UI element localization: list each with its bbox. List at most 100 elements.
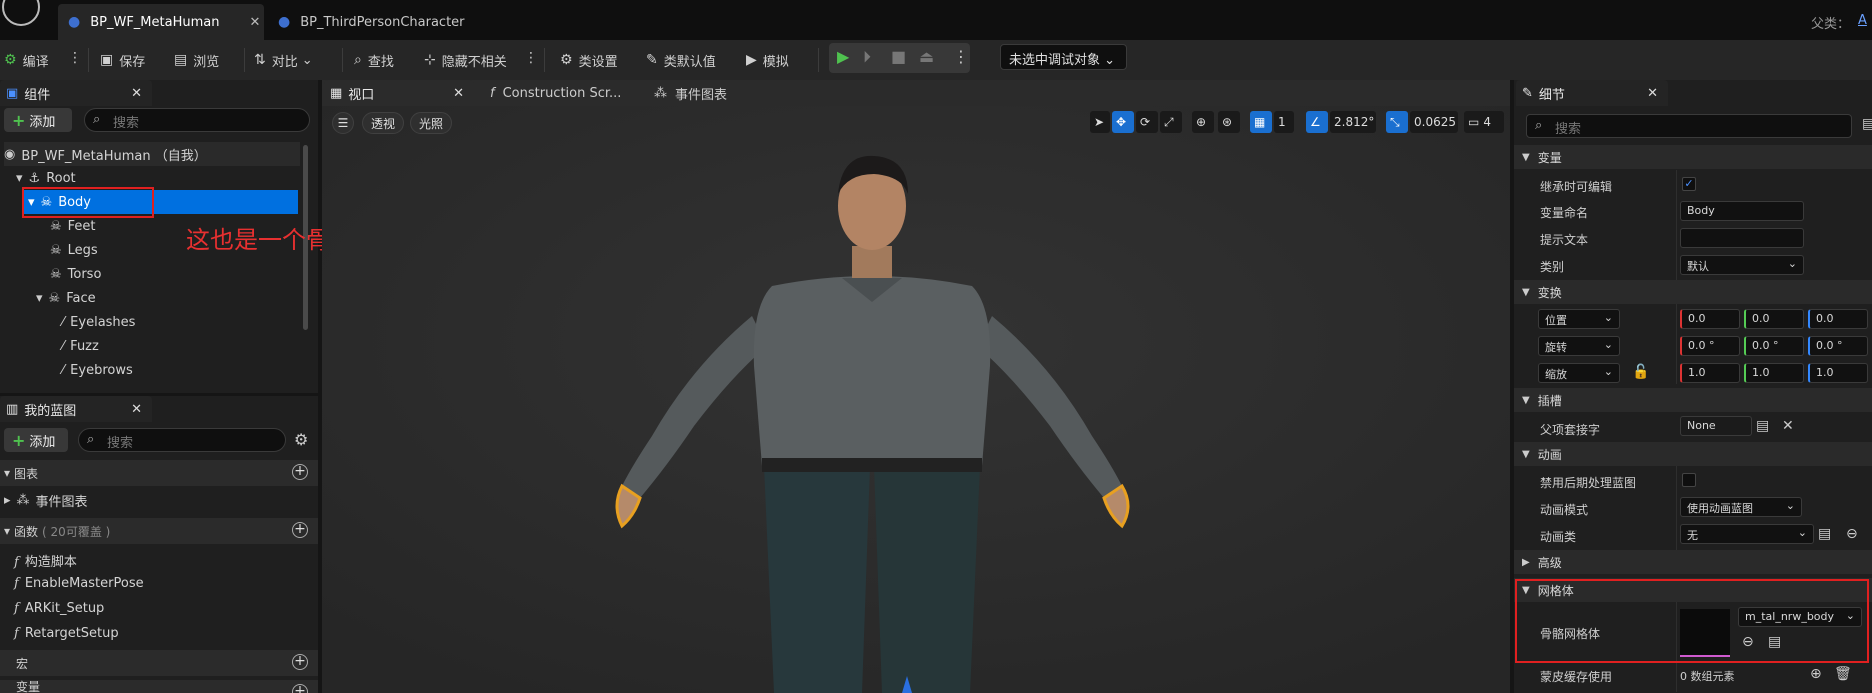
grid-value[interactable]: 1	[1274, 111, 1294, 133]
debug-object-select[interactable]: 未选中调试对象 ⌄	[1000, 44, 1127, 70]
clear-icon[interactable]: ✕	[1782, 418, 1794, 434]
camera-speed-button[interactable]: ▭ 4	[1464, 111, 1504, 133]
scale-x-input[interactable]: 1.0	[1680, 363, 1740, 383]
disable-post-process-checkbox[interactable]	[1682, 473, 1696, 487]
rotation-y-input[interactable]: 0.0 °	[1744, 336, 1804, 356]
tree-item-eyelashes[interactable]: ⁄ Eyelashes	[62, 310, 135, 334]
more-icon[interactable]: ⋮	[953, 47, 969, 66]
location-mode-dropdown[interactable]: 位置 ⌄	[1538, 309, 1620, 329]
tree-item-legs[interactable]: ☠ Legs	[50, 238, 98, 262]
animation-mode-dropdown[interactable]: 使用动画蓝图 ⌄	[1680, 497, 1802, 517]
lit-button[interactable]: 光照	[410, 112, 453, 134]
grid-snap-icon[interactable]: ▦	[1250, 111, 1272, 133]
tab-details[interactable]: ✎ 细节 ✕	[1516, 80, 1668, 106]
angle-value[interactable]: 2.812°	[1330, 111, 1376, 133]
location-z-input[interactable]: 0.0	[1808, 309, 1868, 329]
section-variables[interactable]: 变量 +	[0, 680, 318, 693]
scale-tool-icon[interactable]: ⤢	[1160, 111, 1182, 133]
play-icon[interactable]: ▶	[837, 47, 849, 66]
unreal-logo-icon[interactable]	[2, 0, 40, 26]
section-transform[interactable]: ▼ 变换	[1514, 280, 1872, 304]
section-graphs[interactable]: ▾ 图表 +	[0, 460, 318, 486]
tab-bp-thirdperson[interactable]: ● BP_ThirdPersonCharacter	[272, 4, 492, 40]
select-tool-icon[interactable]: ➤	[1090, 111, 1110, 133]
scale-z-input[interactable]: 1.0	[1808, 363, 1868, 383]
parent-socket-field[interactable]: None	[1680, 416, 1752, 436]
surface-snap-icon[interactable]: ⊛	[1218, 111, 1240, 133]
rotate-tool-icon[interactable]: ⟳	[1136, 111, 1158, 133]
save-button[interactable]: ▣ 保存	[100, 48, 145, 72]
translate-tool-icon[interactable]: ✥	[1112, 111, 1134, 133]
function-item[interactable]: f 构造脚本	[14, 551, 77, 570]
stop-icon[interactable]: ■	[891, 47, 906, 66]
tab-viewport[interactable]: ▦ 视口 ✕	[324, 80, 474, 106]
rotation-x-input[interactable]: 0.0 °	[1680, 336, 1740, 356]
class-defaults-button[interactable]: ✎ 类默认值	[646, 48, 716, 72]
rotation-z-input[interactable]: 0.0 °	[1808, 336, 1868, 356]
scale-value[interactable]: 0.0625	[1410, 111, 1458, 133]
close-icon[interactable]: ✕	[453, 86, 464, 101]
eject-icon[interactable]: ⏏	[919, 47, 934, 66]
tree-item-eyebrows[interactable]: ⁄ Eyebrows	[62, 358, 133, 382]
add-icon[interactable]: ⊕	[1810, 666, 1822, 682]
close-icon[interactable]: ✕	[131, 402, 142, 417]
angle-snap-icon[interactable]: ∠	[1306, 111, 1328, 133]
tooltip-input[interactable]	[1680, 228, 1804, 248]
blueprint-search-input[interactable]: ⌕ 搜索	[78, 428, 286, 452]
instance-editable-checkbox[interactable]: ✓	[1682, 177, 1696, 191]
view-options-icon[interactable]: ▤	[1862, 116, 1872, 132]
perspective-button[interactable]: 透视	[362, 112, 405, 134]
variable-name-input[interactable]: Body	[1680, 201, 1804, 221]
tree-item-torso[interactable]: ☠ Torso	[50, 262, 101, 286]
viewport[interactable]	[322, 106, 1510, 693]
tree-root-self[interactable]: ◉ BP_WF_MetaHuman （自我）	[4, 142, 300, 166]
scale-snap-icon[interactable]: ⤡	[1386, 111, 1408, 133]
location-x-input[interactable]: 0.0	[1680, 309, 1740, 329]
location-y-input[interactable]: 0.0	[1744, 309, 1804, 329]
class-settings-button[interactable]: ⚙ 类设置	[560, 48, 618, 72]
parent-class-link[interactable]: A	[1858, 13, 1872, 29]
compile-button[interactable]: ⚙ 编译	[4, 48, 49, 72]
components-search-input[interactable]: ⌕ 搜索	[84, 108, 310, 132]
section-macros[interactable]: 宏 +	[0, 650, 318, 676]
browse-button[interactable]: ▤ 浏览	[174, 48, 219, 72]
more-icon[interactable]: ⋮	[524, 50, 538, 66]
function-item[interactable]: f RetargetSetup	[14, 626, 119, 641]
gear-icon[interactable]: ⚙	[294, 430, 308, 449]
details-search-input[interactable]: ⌕ 搜索	[1526, 114, 1852, 138]
diff-button[interactable]: ⇅ 对比 ⌄	[254, 48, 313, 72]
add-icon[interactable]: +	[292, 522, 308, 538]
section-advanced[interactable]: ▶ 高级	[1514, 550, 1872, 574]
tree-item-fuzz[interactable]: ⁄ Fuzz	[62, 334, 99, 358]
function-item[interactable]: f EnableMasterPose	[14, 576, 144, 591]
category-dropdown[interactable]: 默认 ⌄	[1680, 255, 1804, 275]
anim-class-dropdown[interactable]: 无 ⌄	[1680, 524, 1814, 544]
scale-mode-dropdown[interactable]: 缩放 ⌄	[1538, 363, 1620, 383]
event-graph-item[interactable]: ▸ ⁂ 事件图表	[4, 488, 88, 512]
rotation-mode-dropdown[interactable]: 旋转 ⌄	[1538, 336, 1620, 356]
step-icon[interactable]: ⏵	[863, 47, 871, 67]
add-component-button[interactable]: + 添加	[4, 108, 72, 132]
hide-unrelated-button[interactable]: ⊹ 隐藏不相关	[424, 48, 507, 72]
tab-components[interactable]: ▣ 组件 ✕	[0, 80, 152, 106]
find-button[interactable]: ⌕ 查找	[354, 48, 394, 72]
add-member-button[interactable]: + 添加	[4, 428, 68, 452]
use-selected-icon[interactable]: ⊖	[1846, 526, 1858, 542]
tab-my-blueprint[interactable]: ▥ 我的蓝图 ✕	[0, 396, 152, 422]
simulate-button[interactable]: ▶ 模拟	[746, 48, 789, 72]
browse-folder-icon[interactable]: ▤	[1756, 418, 1769, 434]
add-icon[interactable]: +	[292, 464, 308, 480]
more-icon[interactable]: ⋮	[68, 50, 82, 66]
close-icon[interactable]: ✕	[249, 15, 260, 30]
add-icon[interactable]: +	[292, 654, 308, 670]
close-icon[interactable]: ✕	[1647, 86, 1658, 101]
tab-construction-script[interactable]: f Construction Scr...	[484, 80, 634, 106]
section-variable[interactable]: ▼ 变量	[1514, 145, 1872, 169]
viewport-menu-icon[interactable]: ☰	[332, 112, 354, 134]
trash-icon[interactable]: 🗑	[1834, 666, 1852, 682]
scale-y-input[interactable]: 1.0	[1744, 363, 1804, 383]
function-item[interactable]: f ARKit_Setup	[14, 601, 104, 616]
lock-icon[interactable]: 🔓	[1632, 364, 1649, 380]
add-icon[interactable]: +	[292, 684, 308, 693]
tab-bp-wf-metahuman[interactable]: ● BP_WF_MetaHuman ✕	[58, 4, 264, 40]
